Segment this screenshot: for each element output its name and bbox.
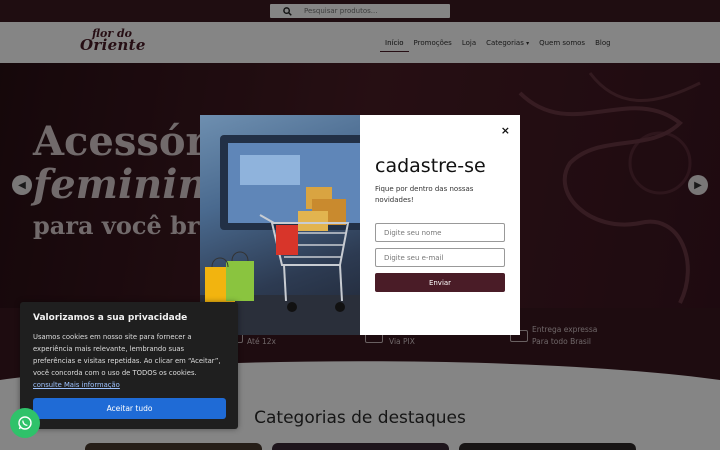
submit-button[interactable]: Enviar [375,273,505,292]
whatsapp-button[interactable] [10,408,40,438]
modal-title: cadastre-se [375,155,486,177]
cookie-consent-panel: Valorizamos a sua privacidade Usamos coo… [20,302,238,429]
cookie-body: Usamos cookies em nosso site para fornec… [33,331,225,391]
cookie-title: Valorizamos a sua privacidade [33,313,188,323]
signup-modal: × cadastre-se Fique por dentro das nossa… [200,115,520,335]
accept-all-button[interactable]: Aceitar tudo [33,398,226,419]
cookie-more-info-link[interactable]: consulte Mais informação [33,381,120,389]
name-field[interactable] [375,223,505,242]
modal-subtitle: Fique por dentro das nossas novidades! [375,185,474,204]
email-field[interactable] [375,248,505,267]
whatsapp-icon [18,416,32,430]
signup-form: × cadastre-se Fique por dentro das nossa… [360,115,520,335]
close-icon[interactable]: × [501,124,510,137]
cookie-text: Usamos cookies em nosso site para fornec… [33,333,221,377]
